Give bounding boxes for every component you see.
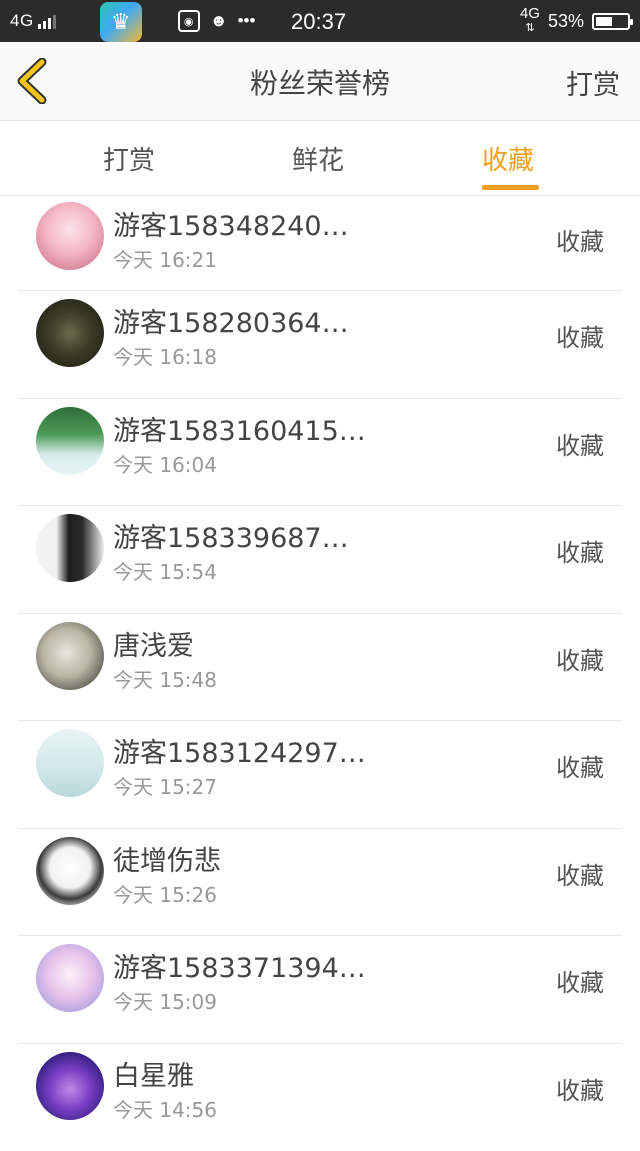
avatar[interactable] <box>36 202 104 270</box>
item-action: 收藏 <box>556 748 604 783</box>
item-action: 收藏 <box>556 318 604 353</box>
avatar[interactable] <box>36 299 104 367</box>
clock: 20:37 <box>291 9 346 35</box>
more-dots-icon: ••• <box>238 11 256 31</box>
item-time: 今天 15:54 <box>113 556 217 585</box>
list-item[interactable]: 游客158348240… 今天 16:21 收藏 <box>0 196 640 291</box>
page-title: 粉丝荣誉榜 <box>0 62 640 102</box>
tab-favorites[interactable]: 收藏 <box>482 140 534 177</box>
item-time: 今天 16:21 <box>113 244 217 273</box>
item-action: 收藏 <box>556 641 604 676</box>
nav-bar: 粉丝荣誉榜 打赏 <box>0 42 640 121</box>
fan-list: 游客158348240… 今天 16:21 收藏 游客158280364… 今天… <box>0 196 640 1151</box>
user-name: 游客1583371394… <box>113 946 366 985</box>
item-time: 今天 15:27 <box>113 771 217 800</box>
avatar[interactable] <box>36 407 104 475</box>
battery-percent: 53% <box>548 11 584 32</box>
user-name: 游客158280364… <box>113 301 349 340</box>
list-item[interactable]: 游客158280364… 今天 16:18 收藏 <box>0 291 640 399</box>
penguin-icon: ☻ <box>210 11 228 31</box>
item-time: 今天 14:56 <box>113 1094 217 1123</box>
item-action: 收藏 <box>556 1071 604 1106</box>
item-action: 收藏 <box>556 533 604 568</box>
user-name: 徒增伤悲 <box>113 839 221 878</box>
tab-bar: 打赏 鲜花 收藏 <box>0 121 640 196</box>
network-type: 4G <box>10 11 34 31</box>
signal-area: 4G <box>0 0 56 42</box>
app-crown-icon: ♛ <box>100 2 142 42</box>
avatar[interactable] <box>36 1052 104 1120</box>
status-bar: 4G ♛ ◉ ☻ ••• 20:37 4G⇅ 53% <box>0 0 640 42</box>
tab-flowers[interactable]: 鲜花 <box>292 140 344 177</box>
item-time: 今天 15:48 <box>113 664 217 693</box>
list-item[interactable]: 白星雅 今天 14:56 收藏 <box>0 1044 640 1151</box>
user-name: 游客1583160415… <box>113 409 366 448</box>
list-item[interactable]: 游客1583124297… 今天 15:27 收藏 <box>0 721 640 829</box>
avatar[interactable] <box>36 622 104 690</box>
user-name: 游客1583124297… <box>113 731 366 770</box>
tab-reward[interactable]: 打赏 <box>103 140 155 177</box>
signal-icon <box>38 13 56 29</box>
notification-icons: ◉ ☻ ••• <box>178 10 256 32</box>
avatar[interactable] <box>36 514 104 582</box>
list-item[interactable]: 游客158339687… 今天 15:54 收藏 <box>0 506 640 614</box>
active-tab-indicator <box>482 185 539 190</box>
list-item[interactable]: 唐浅爱 今天 15:48 收藏 <box>0 614 640 722</box>
avatar[interactable] <box>36 729 104 797</box>
item-time: 今天 15:09 <box>113 986 217 1015</box>
user-name: 白星雅 <box>113 1054 194 1093</box>
user-name: 唐浅爱 <box>113 624 194 663</box>
list-item[interactable]: 游客1583160415… 今天 16:04 收藏 <box>0 399 640 507</box>
user-name: 游客158339687… <box>113 516 349 555</box>
item-time: 今天 16:04 <box>113 449 217 478</box>
network-type-right: 4G⇅ <box>520 7 540 35</box>
avatar[interactable] <box>36 837 104 905</box>
item-time: 今天 15:26 <box>113 879 217 908</box>
item-time: 今天 16:18 <box>113 341 217 370</box>
list-item[interactable]: 徒增伤悲 今天 15:26 收藏 <box>0 829 640 937</box>
status-right: 4G⇅ 53% <box>520 0 630 42</box>
browser-icon: ◉ <box>178 10 200 32</box>
list-item[interactable]: 游客1583371394… 今天 15:09 收藏 <box>0 936 640 1044</box>
user-name: 游客158348240… <box>113 204 349 243</box>
battery-icon <box>592 13 630 30</box>
item-action: 收藏 <box>556 963 604 998</box>
item-action: 收藏 <box>556 856 604 891</box>
reward-button[interactable]: 打赏 <box>566 63 620 102</box>
item-action: 收藏 <box>556 222 604 257</box>
item-action: 收藏 <box>556 426 604 461</box>
avatar[interactable] <box>36 944 104 1012</box>
